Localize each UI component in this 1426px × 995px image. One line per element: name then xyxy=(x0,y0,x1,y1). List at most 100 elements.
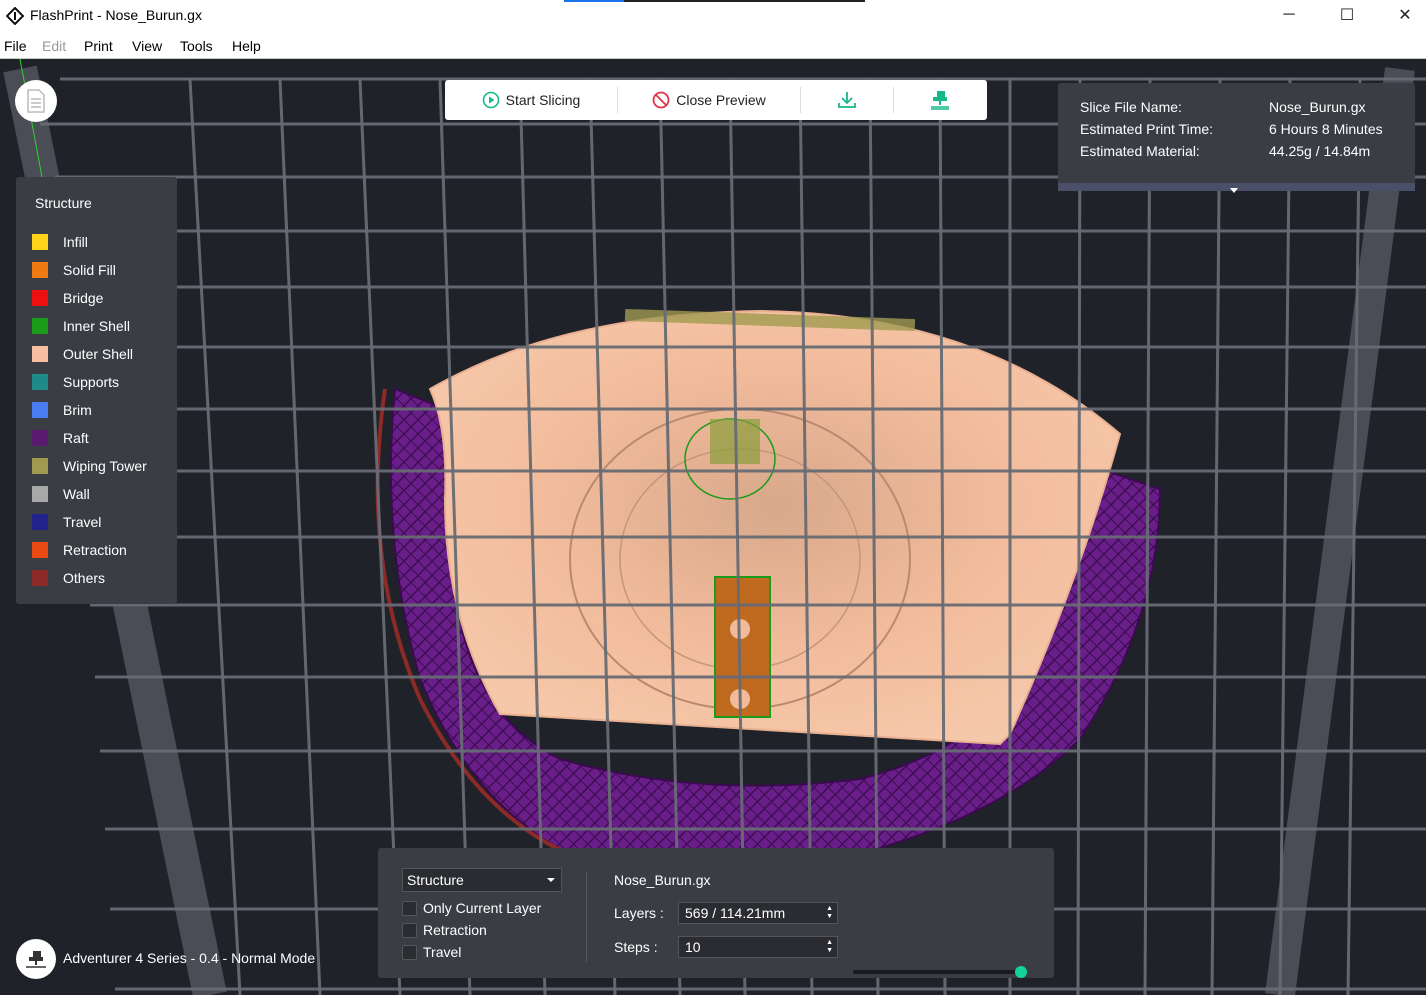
legend-item-infill: Infill xyxy=(32,232,88,252)
legend-label: Wall xyxy=(63,486,90,502)
title-accent-bar xyxy=(564,0,624,2)
structure-legend: Structure Infill Solid Fill Bridge Inner… xyxy=(16,177,177,604)
view-mode-select[interactable]: Structure xyxy=(402,868,562,892)
legend-label: Inner Shell xyxy=(63,318,130,334)
legend-item-outer-shell: Outer Shell xyxy=(32,344,133,364)
legend-item-inner-shell: Inner Shell xyxy=(32,316,130,336)
menu-help[interactable]: Help xyxy=(232,38,261,54)
title-accent-bar-dark xyxy=(624,0,865,2)
start-slicing-button[interactable]: Start Slicing xyxy=(445,80,617,120)
controls-divider xyxy=(586,872,587,962)
legend-item-travel: Travel xyxy=(32,512,101,532)
checkbox-box[interactable] xyxy=(402,944,417,960)
printer-nozzle-icon xyxy=(931,91,949,110)
close-window-button[interactable]: ✕ xyxy=(1376,0,1426,30)
title-bar: FlashPrint - Nose_Burun.gx ─ ☐ ✕ xyxy=(0,0,1426,32)
legend-swatch xyxy=(32,514,48,530)
legend-item-retraction: Retraction xyxy=(32,540,127,560)
spin-arrows-icon[interactable]: ▲ ▼ xyxy=(826,939,833,955)
legend-label: Infill xyxy=(63,234,88,250)
slice-file-label: Slice File Name: xyxy=(1080,99,1182,115)
menu-view[interactable]: View xyxy=(132,38,162,54)
checkbox-box[interactable] xyxy=(402,922,417,938)
start-slicing-label: Start Slicing xyxy=(505,92,581,108)
legend-item-bridge: Bridge xyxy=(32,288,103,308)
download-icon xyxy=(838,92,856,108)
preview-file-name: Nose_Burun.gx xyxy=(614,872,711,888)
material-label: Estimated Material: xyxy=(1080,143,1200,159)
menu-tools[interactable]: Tools xyxy=(180,38,213,54)
checkbox-label: Retraction xyxy=(423,922,487,938)
legend-swatch xyxy=(32,542,48,558)
window-title: FlashPrint - Nose_Burun.gx xyxy=(30,7,202,23)
slice-info-panel: Slice File Name: Nose_Burun.gx Estimated… xyxy=(1058,83,1415,193)
legend-label: Retraction xyxy=(63,542,127,558)
checkbox-label: Travel xyxy=(423,944,462,960)
steps-value: 10 xyxy=(685,939,701,955)
menu-file[interactable]: File xyxy=(4,38,27,54)
document-button[interactable] xyxy=(15,80,57,122)
legend-label: Supports xyxy=(63,374,120,390)
legend-item-brim: Brim xyxy=(32,400,92,420)
close-preview-button[interactable]: Close Preview xyxy=(618,80,800,120)
checkbox-label: Only Current Layer xyxy=(423,900,542,916)
menu-edit[interactable]: Edit xyxy=(42,38,66,54)
only-current-layer-checkbox[interactable]: Only Current Layer xyxy=(402,900,541,916)
view-mode-value: Structure xyxy=(407,872,464,888)
layers-spinbox[interactable]: 569 / 114.21mm ▲ ▼ xyxy=(678,902,838,924)
preview-toolbar: Start Slicing Close Preview xyxy=(445,80,987,120)
dropdown-arrow-icon xyxy=(547,878,555,882)
machine-type-label: Adventurer 4 Series - 0.4 - Normal Mode xyxy=(63,950,316,966)
legend-item-solid-fill: Solid Fill xyxy=(32,260,116,280)
steps-spinbox[interactable]: 10 ▲ ▼ xyxy=(678,936,838,958)
legend-swatch xyxy=(32,570,48,586)
legend-swatch xyxy=(32,430,48,446)
legend-label: Travel xyxy=(63,514,102,530)
machine-type-button[interactable] xyxy=(16,939,56,979)
printer-nozzle-icon xyxy=(26,951,46,968)
legend-swatch xyxy=(32,234,48,250)
layers-label: Layers : xyxy=(614,905,664,921)
legend-swatch xyxy=(32,402,48,418)
slice-file-value: Nose_Burun.gx xyxy=(1269,99,1366,115)
maximize-button[interactable]: ☐ xyxy=(1318,0,1376,30)
export-button[interactable] xyxy=(801,80,893,120)
legend-label: Solid Fill xyxy=(63,262,116,278)
legend-swatch xyxy=(32,290,48,306)
menu-bar: File Edit Print View Tools Help xyxy=(0,32,1426,59)
legend-item-wiping-tower: Wiping Tower xyxy=(32,456,147,476)
layers-value: 569 / 114.21mm xyxy=(685,905,786,921)
legend-item-raft: Raft xyxy=(32,428,89,448)
legend-swatch xyxy=(32,318,48,334)
legend-label: Others xyxy=(63,570,106,586)
steps-label: Steps : xyxy=(614,939,658,955)
no-entry-icon xyxy=(652,91,670,109)
print-time-label: Estimated Print Time: xyxy=(1080,121,1214,137)
legend-label: Wiping Tower xyxy=(63,458,147,474)
legend-swatch xyxy=(32,262,48,278)
checkbox-box[interactable] xyxy=(402,900,417,916)
minimize-button[interactable]: ─ xyxy=(1260,0,1318,30)
material-value: 44.25g / 14.84m xyxy=(1269,143,1371,159)
legend-item-wall: Wall xyxy=(32,484,90,504)
layers-slider[interactable] xyxy=(853,966,1027,978)
play-circle-icon xyxy=(482,91,499,109)
layers-slider-knob[interactable] xyxy=(1015,966,1027,978)
3d-preview-viewport[interactable]: Start Slicing Close Preview Structure In… xyxy=(0,59,1426,995)
legend-header: Structure xyxy=(35,195,92,211)
close-preview-label: Close Preview xyxy=(676,92,766,108)
legend-item-supports: Supports xyxy=(32,372,119,392)
retraction-checkbox[interactable]: Retraction xyxy=(402,922,487,938)
legend-label: Brim xyxy=(63,402,92,418)
legend-swatch xyxy=(32,486,48,502)
document-icon xyxy=(27,89,45,113)
menu-print[interactable]: Print xyxy=(84,38,113,54)
flashprint-logo-icon xyxy=(6,7,24,25)
legend-label: Outer Shell xyxy=(63,346,134,362)
travel-checkbox[interactable]: Travel xyxy=(402,944,461,960)
legend-swatch xyxy=(32,458,48,474)
spin-arrows-icon[interactable]: ▲ ▼ xyxy=(826,905,833,921)
print-to-printer-button[interactable] xyxy=(894,80,986,120)
chevron-down-icon[interactable] xyxy=(1230,188,1238,193)
print-time-value: 6 Hours 8 Minutes xyxy=(1269,121,1383,137)
